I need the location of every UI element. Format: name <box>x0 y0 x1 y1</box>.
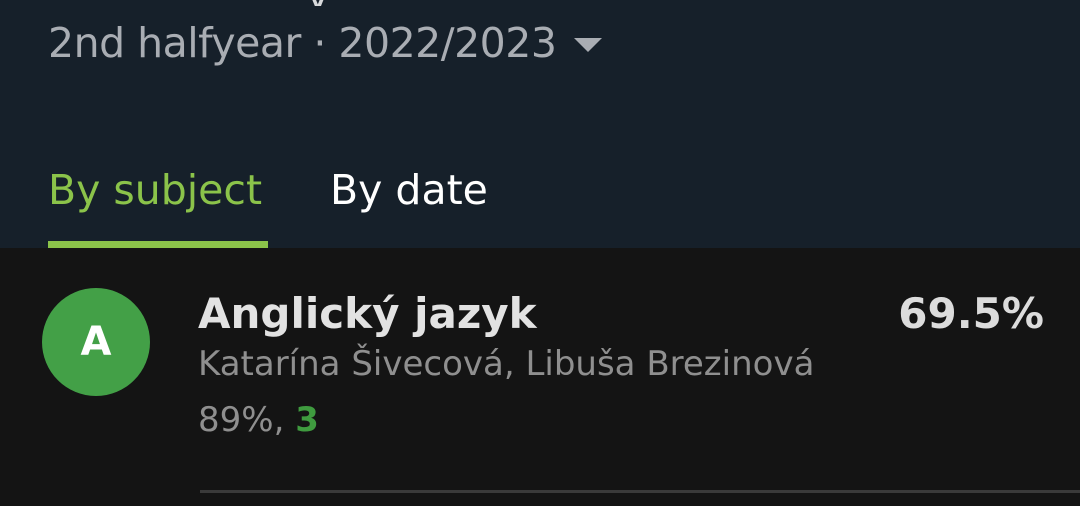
app-header: y 2nd halfyear · 2022/2023 By subject By… <box>0 0 1080 248</box>
subject-teachers: Katarína Šivecová, Libuša Brezinová <box>198 344 815 384</box>
active-tab-indicator <box>48 241 268 248</box>
stats-separator: , <box>273 400 285 440</box>
subject-mark: 3 <box>295 400 319 440</box>
page-title-fragment: y <box>306 0 354 6</box>
tab-by-subject[interactable]: By subject <box>48 160 262 220</box>
subject-average: 69.5% <box>898 289 1044 338</box>
period-selector[interactable]: 2nd halfyear · 2022/2023 <box>48 18 603 68</box>
subject-list-item[interactable]: A Anglický jazyk Katarína Šivecová, Libu… <box>0 248 1080 506</box>
list-divider <box>200 490 1080 493</box>
subject-avatar: A <box>42 288 150 396</box>
subject-name: Anglický jazyk <box>198 289 537 338</box>
attendance-percent: 89% <box>198 400 274 440</box>
period-label: 2nd halfyear · 2022/2023 <box>48 19 557 67</box>
subject-stats: 89%, 3 <box>198 398 319 442</box>
tab-by-date[interactable]: By date <box>330 160 488 220</box>
tab-bar: By subject By date <box>0 140 1080 248</box>
chevron-down-icon <box>574 38 603 52</box>
subject-initial: A <box>80 319 112 365</box>
